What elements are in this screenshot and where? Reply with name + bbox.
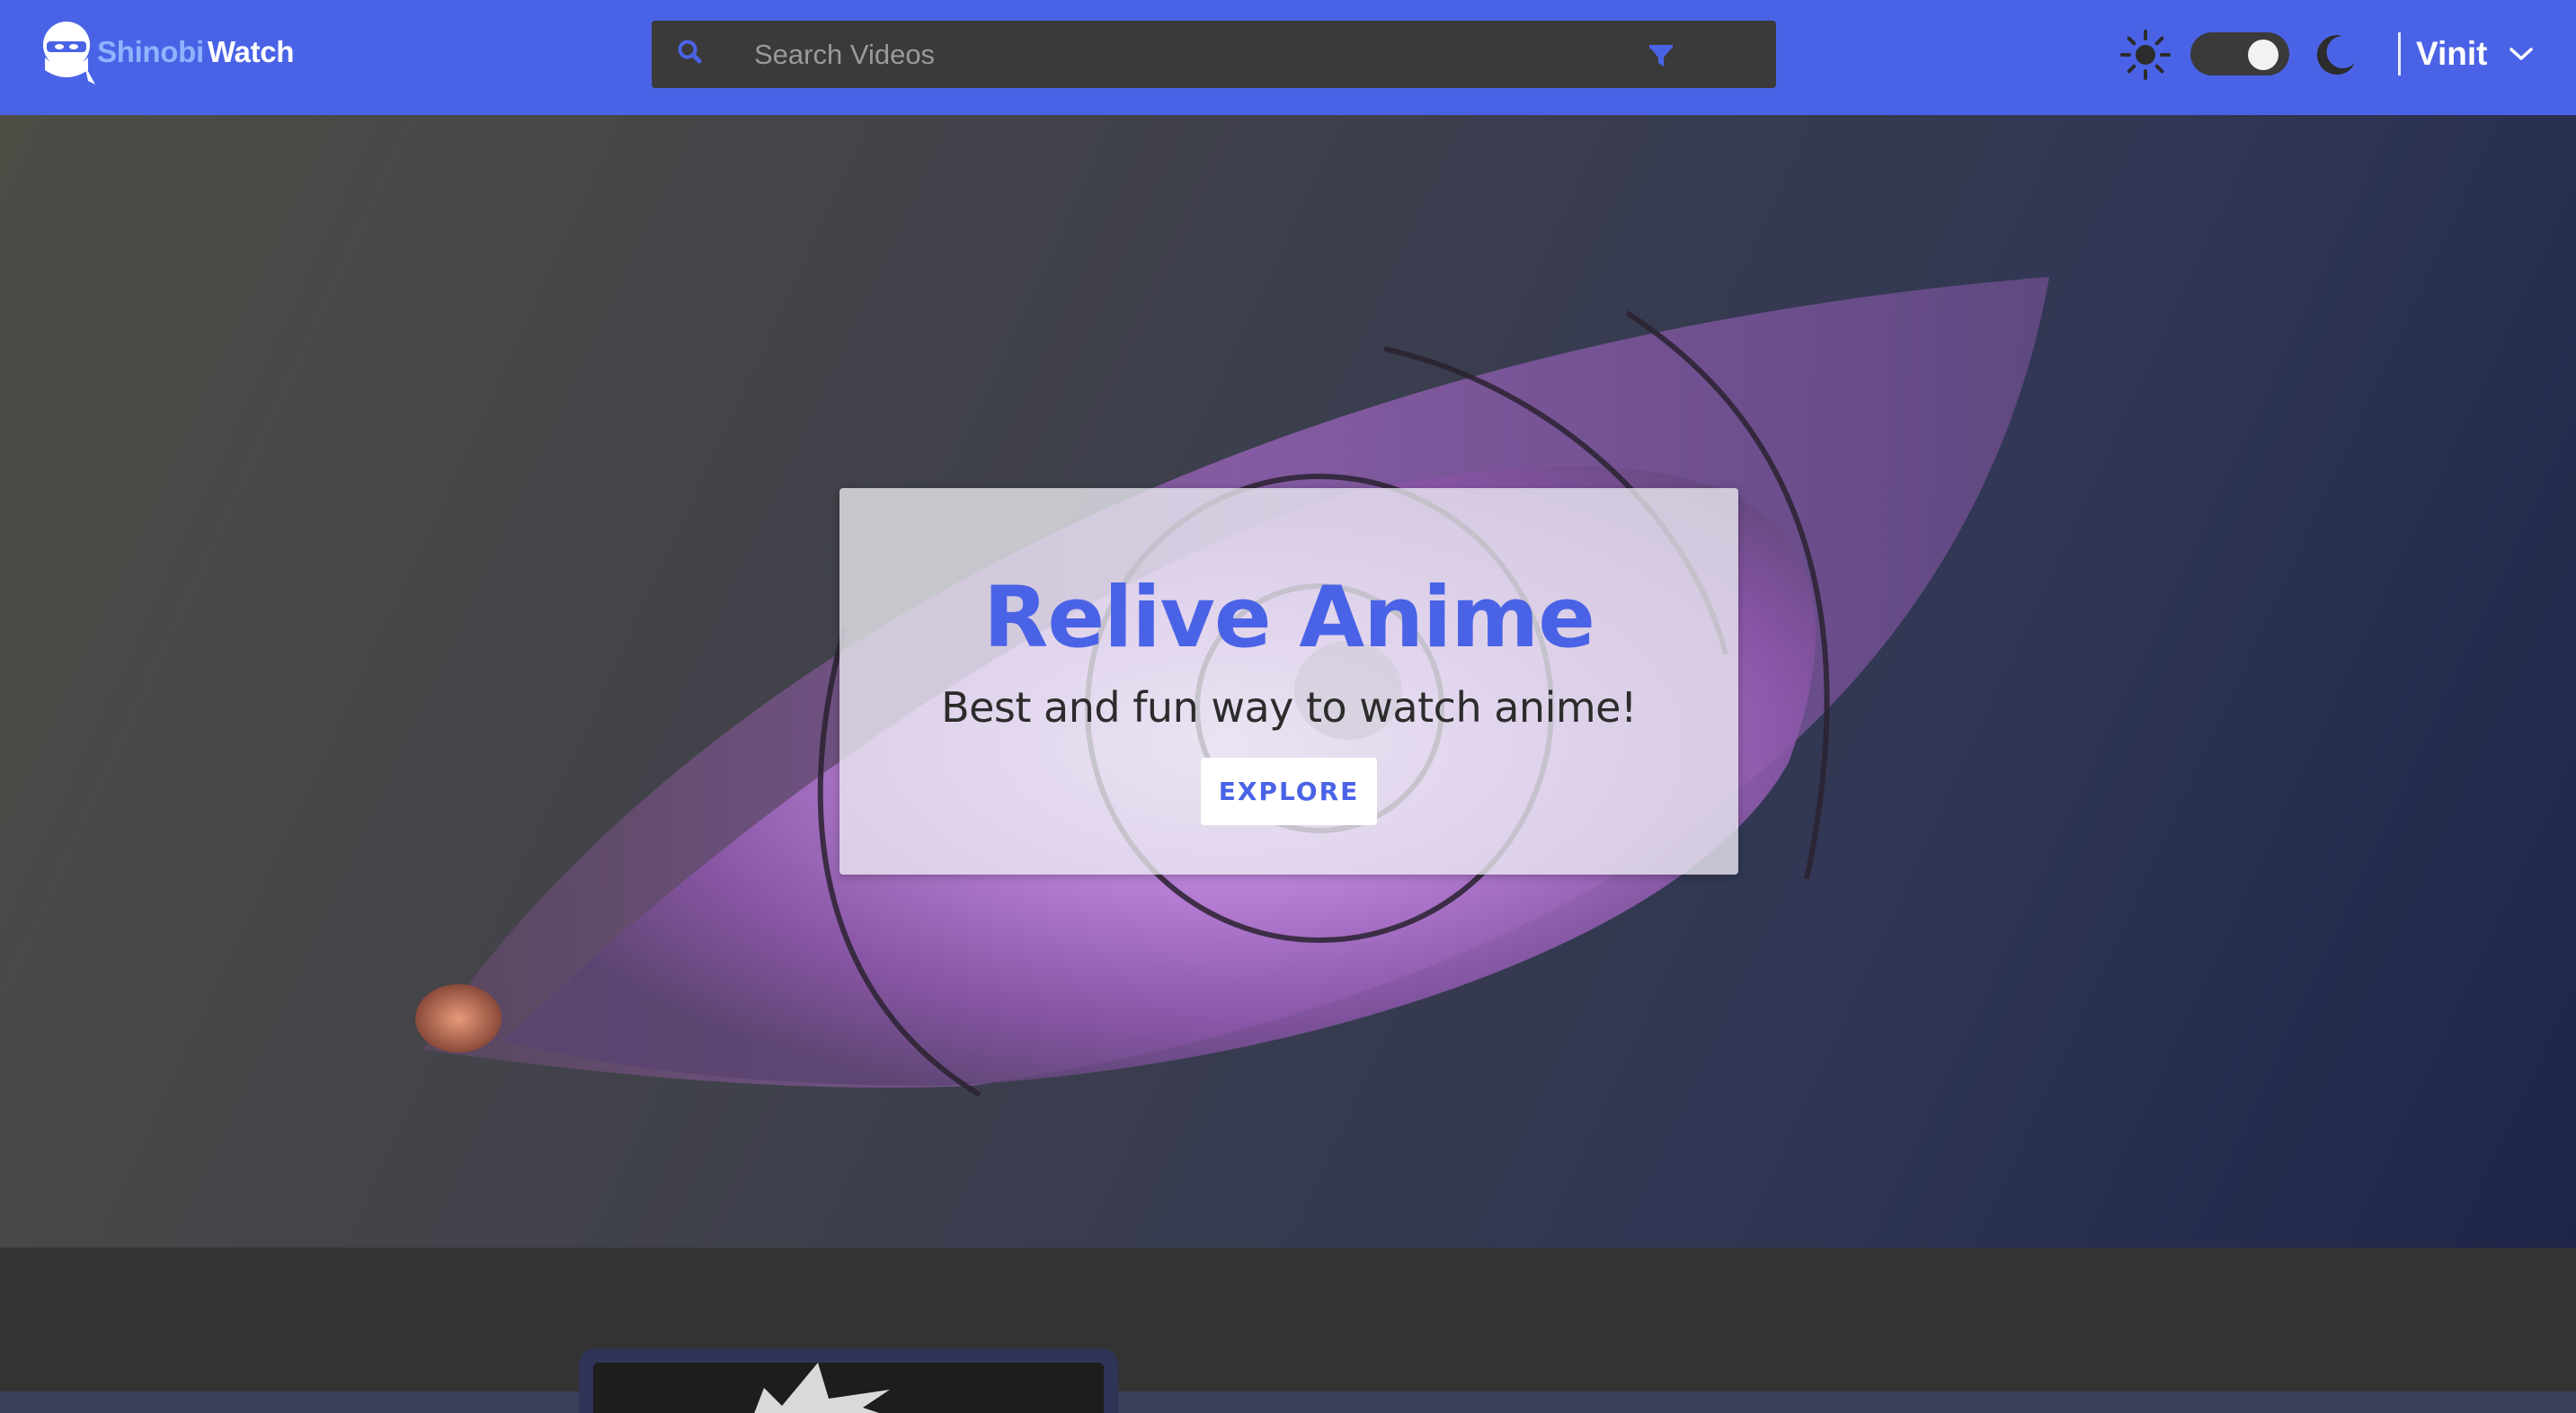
moon-icon[interactable] — [2312, 31, 2358, 77]
navbar-divider — [2398, 32, 2401, 76]
anime-card-thumbnail — [593, 1363, 1104, 1413]
hero-banner: Relive Anime Best and fun way to watch a… — [0, 115, 2576, 1248]
content-section — [0, 1248, 2576, 1413]
user-name: Vinit — [2416, 35, 2488, 72]
shinobiwatch-logo[interactable]: Shinobi Watch — [41, 16, 294, 88]
ninja-logo-icon — [41, 18, 97, 86]
chevron-down-icon — [2508, 45, 2535, 63]
logo-text-part2: Watch — [207, 35, 295, 68]
search-input[interactable] — [754, 21, 1563, 88]
hero-subtitle: Best and fun way to watch anime! — [941, 683, 1637, 732]
toggle-knob — [2248, 40, 2278, 70]
sun-icon[interactable] — [2119, 28, 2172, 82]
filter-icon[interactable] — [1648, 43, 1674, 68]
anime-thumbnail-art — [754, 1363, 890, 1413]
theme-toggle[interactable] — [2190, 32, 2289, 76]
hero-title: Relive Anime — [983, 569, 1595, 667]
search-bar — [652, 21, 1776, 88]
logo-text-part1: Shinobi — [97, 35, 204, 68]
search-icon[interactable] — [675, 38, 707, 70]
explore-button[interactable]: EXPLORE — [1201, 758, 1377, 825]
navbar: Shinobi Watch Search Videos Vinit — [0, 0, 2576, 115]
hero-card: Relive Anime Best and fun way to watch a… — [839, 488, 1738, 875]
section-strip — [0, 1391, 2576, 1413]
user-menu[interactable]: Vinit — [2416, 31, 2535, 77]
anime-card[interactable] — [579, 1348, 1118, 1413]
logo-text: Shinobi Watch — [97, 35, 294, 69]
